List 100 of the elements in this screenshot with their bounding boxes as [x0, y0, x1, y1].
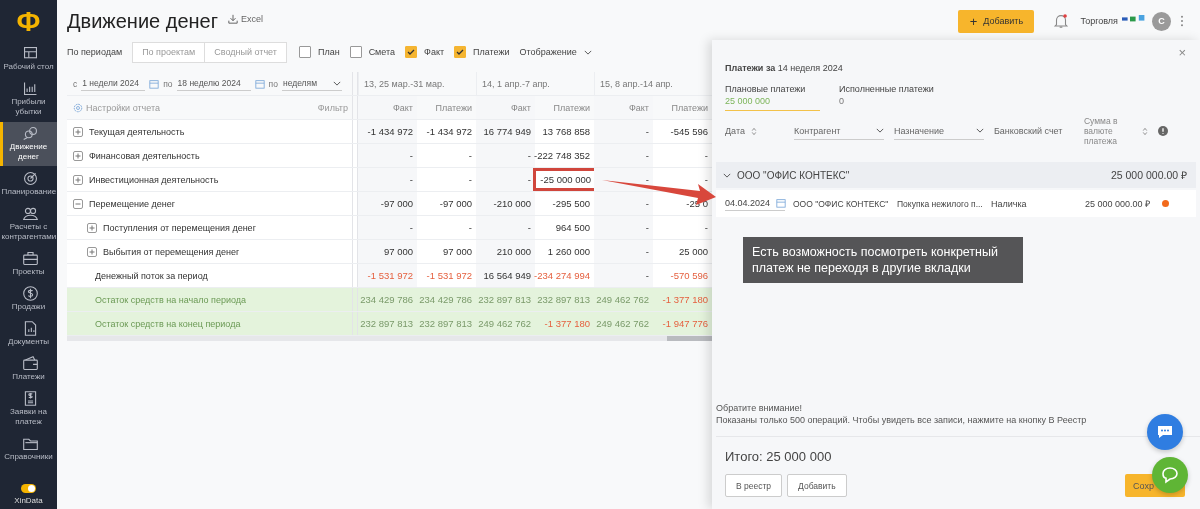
page-title: Движение денег [67, 9, 218, 33]
table-cell[interactable]: - [468, 174, 472, 185]
people-icon [21, 205, 39, 222]
footer-button[interactable]: В реестр [725, 474, 783, 497]
table-cell[interactable]: -1 531 972 [426, 270, 472, 281]
checkbox[interactable] [454, 46, 467, 58]
notification-bell-icon[interactable] [1052, 12, 1071, 30]
table-cell[interactable]: -222 748 352 [534, 150, 590, 161]
table-cell[interactable]: - [645, 126, 649, 137]
footer-button[interactable]: Добавить [787, 474, 847, 497]
display-dropdown[interactable]: Отображение [519, 47, 577, 57]
table-cell[interactable]: -545 596 [670, 126, 708, 137]
table-cell[interactable]: -234 274 994 [534, 270, 590, 281]
table-cell[interactable]: -97 000 [439, 198, 472, 209]
table-cell[interactable]: - [527, 174, 531, 185]
table-cell[interactable]: - [645, 222, 649, 233]
payments-tab[interactable]: Исполненные платежи 0 [839, 84, 934, 111]
target-icon [21, 170, 39, 187]
table-cell[interactable]: - [468, 150, 472, 161]
calendar-icon[interactable] [254, 78, 265, 89]
table-cell[interactable]: - [645, 270, 649, 281]
chevron-down-icon[interactable] [723, 172, 731, 178]
table-cell[interactable]: 25 000 [678, 246, 708, 257]
more-menu-icon[interactable] [1180, 15, 1184, 27]
row-label: Остаток средств на начало периода [95, 294, 247, 305]
app-logo[interactable]: Ф [0, 2, 57, 42]
expand-toggle[interactable] [87, 246, 97, 257]
sidebar-item[interactable]: Продажи [0, 282, 57, 316]
chevron-down-icon[interactable] [583, 49, 592, 55]
by-label: по [268, 78, 278, 89]
table-cell[interactable]: 97 000 [442, 246, 472, 257]
counterparty-filter[interactable]: Контрагент [793, 122, 884, 140]
table-cell[interactable]: -295 500 [552, 198, 590, 209]
table-cell[interactable]: - [409, 222, 413, 233]
sidebar-item[interactable]: Расчеты с контрагентами [0, 202, 57, 246]
wallet-icon [21, 355, 39, 372]
table-cell-text: Покупка нежилого п... [897, 198, 984, 209]
view-label: По периодам [67, 47, 123, 57]
status-icons [1122, 15, 1146, 23]
to-label: по [163, 78, 173, 89]
end-week-field[interactable]: 18 неделю 2024 [176, 76, 251, 91]
sort-icon[interactable] [1141, 126, 1148, 136]
chevron-down-icon [332, 80, 341, 86]
sidebar-item[interactable]: Прибыли убытки [0, 77, 57, 121]
info-icon[interactable] [1157, 126, 1168, 136]
add-button[interactable]: + Добавить [958, 9, 1035, 33]
checkbox[interactable] [405, 46, 418, 58]
grouping-select[interactable]: неделям [281, 76, 342, 91]
row-label: Перемещение денег [89, 198, 175, 209]
table-cell[interactable]: - [468, 222, 472, 233]
company-name[interactable]: Торговля [1080, 16, 1118, 26]
sidebar-item[interactable]: Документы [0, 317, 57, 351]
expand-toggle[interactable] [87, 222, 97, 233]
table-cell[interactable]: -570 596 [670, 270, 708, 281]
table-cell[interactable]: - [704, 222, 708, 233]
sidebar-item[interactable]: Проекты [0, 247, 57, 281]
sidebar-item[interactable]: Заявки на платеж [0, 387, 57, 431]
group-row[interactable]: ООО "ОФИС КОНТЕКС" 25 000 000.00 ₽ [716, 162, 1196, 188]
date-field[interactable]: 04.04.2024 [725, 196, 785, 211]
sort-icon[interactable] [750, 126, 757, 136]
from-label: с [73, 78, 78, 89]
sidebar-item[interactable]: Справочники [0, 432, 57, 466]
checkbox[interactable] [349, 46, 362, 58]
coins-icon [21, 125, 39, 142]
row-label: Текущая деятельность [89, 126, 185, 137]
start-week-field[interactable]: 1 недели 2024 [81, 76, 146, 91]
expand-toggle[interactable] [73, 150, 83, 161]
table-cell[interactable]: - [645, 150, 649, 161]
expand-toggle[interactable] [73, 126, 83, 137]
chevron-down-icon [975, 128, 984, 133]
sidebar-item[interactable]: Платежи [0, 352, 57, 386]
table-cell[interactable]: - [704, 150, 708, 161]
total-label: Итого: 25 000 000 [725, 449, 833, 464]
expand-toggle[interactable] [73, 174, 83, 185]
theme-toggle[interactable] [21, 484, 36, 493]
sidebar-item[interactable]: Планирование [0, 167, 57, 201]
scrollbar-thumb[interactable] [667, 336, 712, 341]
table-cell[interactable]: - [409, 150, 413, 161]
excel-export-link[interactable]: Excel [228, 14, 263, 24]
table-cell[interactable]: - [645, 246, 649, 257]
table-cell[interactable]: 1 260 000 [547, 246, 590, 257]
settings-icon [73, 102, 83, 113]
brand-label: XinData [14, 496, 43, 505]
chart-icon [21, 80, 39, 97]
table-cell[interactable]: - [527, 150, 531, 161]
table-cell[interactable]: - [527, 222, 531, 233]
table-cell[interactable]: - [704, 174, 708, 185]
table-cell[interactable]: -1 434 972 [426, 126, 472, 137]
expand-toggle[interactable] [73, 198, 83, 209]
speech-bubble-icon [1160, 465, 1180, 485]
payments-tab[interactable]: Плановые платежи 25 000 000 [725, 84, 820, 111]
purpose-filter[interactable]: Назначение [893, 122, 984, 140]
calendar-icon[interactable] [149, 78, 160, 89]
table-cell[interactable]: 964 500 [555, 222, 590, 233]
checkbox[interactable] [298, 46, 311, 58]
sidebar-item[interactable]: Движение денег [0, 122, 57, 166]
table-cell[interactable]: 13 768 858 [542, 126, 590, 137]
table-cell[interactable]: - [409, 174, 413, 185]
table-cell[interactable]: - [645, 174, 649, 185]
sidebar-item[interactable]: Рабочий стол [0, 42, 57, 76]
